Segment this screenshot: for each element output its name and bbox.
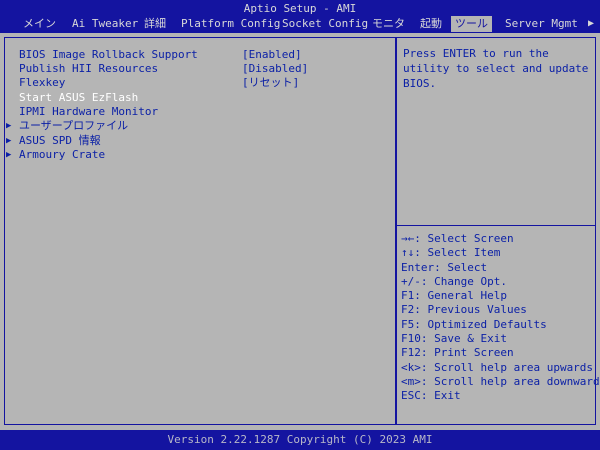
menu-item-label: IPMI Hardware Monitor [19, 105, 159, 118]
key-hint: F12: Print Screen [401, 346, 514, 360]
menu-item-user-profile[interactable]: ▶ ユーザープロファイル [5, 119, 391, 133]
key-hint: →←: Select Screen [401, 232, 514, 245]
tab-server-mgmt[interactable]: Server Mgmt [505, 16, 578, 32]
menu-item-label: ユーザープロファイル [19, 119, 129, 132]
tab-bar: メイン Ai Tweaker 詳細 Platform Config Socket… [0, 16, 600, 32]
key-hint: ↑↓: Select Item [401, 246, 501, 260]
menu-item-label: Armoury Crate [19, 148, 106, 161]
menu-item-bios-rollback[interactable]: BIOS Image Rollback Support [Enabled] [5, 48, 391, 62]
tab-advanced[interactable]: 詳細 [144, 16, 166, 32]
key-hint: <k>: Scroll help area upwards [401, 360, 594, 374]
menu-item-label: Start ASUS EzFlash [19, 91, 139, 104]
scroll-right-icon[interactable]: ▶ [588, 16, 594, 32]
help-divider [397, 225, 595, 226]
tab-boot[interactable]: 起動 [420, 16, 442, 32]
submenu-arrow-icon: ▶ [6, 121, 12, 131]
key-hint: F5: Optimized Defaults [401, 317, 547, 331]
key-hint: F10: Save & Exit [401, 332, 507, 346]
version-text: Version 2.22.1287 Copyright (C) 2023 AMI [167, 433, 433, 446]
bottom-bar: Version 2.22.1287 Copyright (C) 2023 AMI [0, 430, 600, 450]
key-hint: F2: Previous Values [401, 303, 527, 317]
key-hint: ESC: Exit [401, 389, 461, 403]
settings-panel: BIOS Image Rollback Support [Enabled] Pu… [4, 37, 396, 425]
main-area: BIOS Image Rollback Support [Enabled] Pu… [0, 33, 600, 430]
menu-item-ipmi-monitor[interactable]: IPMI Hardware Monitor [5, 105, 391, 119]
key-legend: →←: Select Screen ↑↓: Select Item Enter:… [401, 232, 600, 404]
menu-item-flexkey[interactable]: Flexkey [リセット] [5, 76, 391, 90]
submenu-arrow-icon: ▶ [6, 150, 12, 160]
menu-item-start-ezflash[interactable]: Start ASUS EzFlash [5, 91, 391, 105]
tab-main[interactable]: メイン [23, 16, 56, 32]
menu-item-asus-spd[interactable]: ▶ ASUS SPD 情報 [5, 134, 391, 148]
tab-monitor[interactable]: モニタ [372, 16, 405, 32]
menu-item-value[interactable]: [リセット] [242, 76, 299, 90]
window-title: Aptio Setup - AMI [243, 2, 357, 15]
tab-tool[interactable]: ツール [451, 16, 492, 32]
menu-item-publish-hii[interactable]: Publish HII Resources [Disabled] [5, 62, 391, 76]
submenu-arrow-icon: ▶ [6, 136, 12, 146]
tab-socket-config[interactable]: Socket Config [282, 16, 368, 32]
top-bar: Aptio Setup - AMI メイン Ai Tweaker 詳細 Plat… [0, 0, 600, 33]
menu-item-value[interactable]: [Enabled] [242, 48, 302, 62]
key-hint: F1: General Help [401, 289, 507, 303]
menu-item-label: ASUS SPD 情報 [19, 134, 101, 147]
menu-item-label: BIOS Image Rollback Support [19, 48, 198, 61]
tab-platform-config[interactable]: Platform Config [181, 16, 280, 32]
tab-ai-tweaker[interactable]: Ai Tweaker [72, 16, 138, 32]
help-description: Press ENTER to run the utility to select… [403, 47, 589, 90]
menu-item-value[interactable]: [Disabled] [242, 62, 308, 76]
menu-item-label: Publish HII Resources [19, 62, 159, 75]
help-panel: Press ENTER to run the utility to select… [396, 37, 600, 425]
key-hint: <m>: Scroll help area downwards [401, 374, 600, 388]
key-hint: +/-: Change Opt. [401, 274, 507, 288]
menu-item-armoury-crate[interactable]: ▶ Armoury Crate [5, 148, 391, 162]
menu-item-label: Flexkey [19, 76, 66, 89]
key-hint: Enter: Select [401, 260, 488, 274]
